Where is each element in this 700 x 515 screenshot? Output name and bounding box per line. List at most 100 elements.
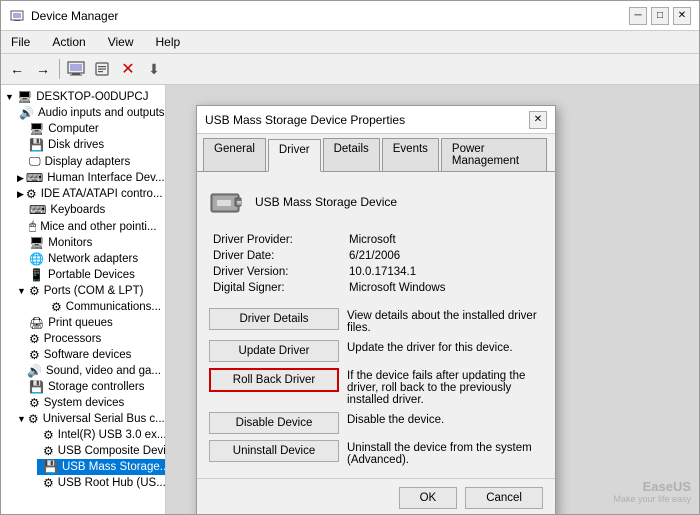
- tree-item-label: Storage controllers: [48, 381, 145, 393]
- tree-item[interactable]: 💾 Disk drives: [13, 137, 165, 153]
- tree-item[interactable]: 🔊 Audio inputs and outputs: [13, 105, 165, 121]
- tree-item-label: Sound, video and ga...: [46, 365, 161, 377]
- signer-value: Microsoft Windows: [349, 282, 543, 294]
- properties-dialog: USB Mass Storage Device Properties ✕ Gen…: [196, 105, 556, 514]
- provider-label: Driver Provider:: [213, 234, 343, 246]
- menu-view[interactable]: View: [102, 33, 140, 51]
- tree-item-label: USB Composite Devi...: [58, 445, 165, 457]
- tree-root-label: DESKTOP-O0DUPCJ: [36, 91, 148, 103]
- date-value: 6/21/2006: [349, 250, 543, 262]
- provider-value: Microsoft: [349, 234, 543, 246]
- tree-item-label: Audio inputs and outputs: [38, 107, 165, 119]
- tree-item[interactable]: ⚙ Processors: [13, 331, 165, 347]
- tree-item-label: Disk drives: [48, 139, 104, 151]
- tree-item[interactable]: ⚙ Communications...: [37, 299, 165, 315]
- watermark-tagline: Make your life easy: [613, 494, 691, 504]
- tree-item-label: Processors: [44, 333, 102, 345]
- tree-item-label: Portable Devices: [48, 269, 135, 281]
- tree-item[interactable]: ⚙ Software devices: [13, 347, 165, 363]
- menu-help[interactable]: Help: [150, 33, 187, 51]
- tree-item[interactable]: 🖨 Print queues: [13, 315, 165, 331]
- tree-item-label: Mice and other pointi...: [40, 221, 156, 233]
- tree-item-label: Computer: [48, 123, 99, 135]
- tree-item-label: Network adapters: [48, 253, 138, 265]
- roll-back-desc: If the device fails after updating the d…: [347, 368, 543, 406]
- delete-button[interactable]: ✕: [116, 57, 140, 81]
- close-button[interactable]: ✕: [673, 7, 691, 25]
- back-button[interactable]: ←: [5, 57, 29, 81]
- maximize-button[interactable]: □: [651, 7, 669, 25]
- properties-button[interactable]: [90, 57, 114, 81]
- tree-item[interactable]: ⚙ Intel(R) USB 3.0 ex...: [37, 427, 165, 443]
- window-icon: [9, 8, 25, 24]
- tree-item[interactable]: 🖥 Monitors: [13, 235, 165, 251]
- tree-item-usb-mass-storage[interactable]: 💾 USB Mass Storage...: [37, 459, 165, 475]
- roll-back-driver-button[interactable]: Roll Back Driver: [209, 368, 339, 392]
- toolbar-separator: [59, 59, 60, 79]
- device-manager-window: Device Manager ─ □ ✕ File Action View He…: [0, 0, 700, 515]
- modal-overlay: USB Mass Storage Device Properties ✕ Gen…: [166, 85, 699, 514]
- tree-item[interactable]: ⚙ USB Root Hub (US...: [37, 475, 165, 491]
- tab-details[interactable]: Details: [323, 138, 380, 171]
- dialog-body: USB Mass Storage Device Driver Provider:…: [197, 172, 555, 478]
- menu-bar: File Action View Help: [1, 31, 699, 54]
- tree-item-label: USB Root Hub (US...: [58, 477, 165, 489]
- tree-item-label: Software devices: [44, 349, 132, 361]
- right-pane: USB Mass Storage Device Properties ✕ Gen…: [166, 85, 699, 514]
- tab-power-management[interactable]: Power Management: [441, 138, 547, 171]
- tree-root[interactable]: ▼ 🖥 DESKTOP-O0DUPCJ: [1, 89, 165, 105]
- device-tree[interactable]: ▼ 🖥 DESKTOP-O0DUPCJ 🔊 Audio inputs and o…: [1, 85, 166, 514]
- uninstall-desc: Uninstall the device from the system (Ad…: [347, 440, 543, 466]
- ok-button[interactable]: OK: [399, 487, 458, 509]
- dialog-title-bar: USB Mass Storage Device Properties ✕: [197, 106, 555, 134]
- main-content: ▼ 🖥 DESKTOP-O0DUPCJ 🔊 Audio inputs and o…: [1, 85, 699, 514]
- tree-item[interactable]: 💾 Storage controllers: [13, 379, 165, 395]
- tree-item-label: Human Interface Dev...: [47, 172, 164, 184]
- tree-item[interactable]: ▶ ⚙ IDE ATA/ATAPI contro...: [13, 186, 165, 202]
- device-header: USB Mass Storage Device: [209, 184, 543, 220]
- update-driver-desc: Update the driver for this device.: [347, 340, 543, 354]
- menu-file[interactable]: File: [5, 33, 36, 51]
- button-row-roll-back: Roll Back Driver If the device fails aft…: [209, 368, 543, 406]
- tree-item[interactable]: 🖱 Mice and other pointi...: [13, 218, 165, 235]
- minimize-button[interactable]: ─: [629, 7, 647, 25]
- action-buttons: Driver Details View details about the in…: [209, 308, 543, 466]
- menu-action[interactable]: Action: [46, 33, 91, 51]
- driver-info-grid: Driver Provider: Microsoft Driver Date: …: [213, 234, 543, 294]
- tree-item-usb[interactable]: ▼ ⚙ Universal Serial Bus c...: [13, 411, 165, 427]
- button-row-update-driver: Update Driver Update the driver for this…: [209, 340, 543, 362]
- tree-item-portable-devices[interactable]: 📱 Portable Devices: [13, 267, 165, 283]
- tree-item-label: Communications...: [66, 301, 161, 313]
- driver-details-button[interactable]: Driver Details: [209, 308, 339, 330]
- tree-item-label: System devices: [44, 397, 125, 409]
- tab-driver[interactable]: Driver: [268, 139, 321, 172]
- tree-item[interactable]: 🖵 Display adapters: [13, 153, 165, 170]
- tree-item[interactable]: ⚙ USB Composite Devi...: [37, 443, 165, 459]
- tree-item[interactable]: ⚙ System devices: [13, 395, 165, 411]
- refresh-button[interactable]: ⬇: [142, 57, 166, 81]
- tree-item[interactable]: 🌐 Network adapters: [13, 251, 165, 267]
- tree-item[interactable]: 🔊 Sound, video and ga...: [13, 363, 165, 379]
- uninstall-device-button[interactable]: Uninstall Device: [209, 440, 339, 462]
- disable-device-button[interactable]: Disable Device: [209, 412, 339, 434]
- update-driver-button[interactable]: Update Driver: [209, 340, 339, 362]
- cancel-button[interactable]: Cancel: [465, 487, 543, 509]
- tab-general[interactable]: General: [203, 138, 266, 171]
- tree-item-label: Keyboards: [50, 204, 105, 216]
- watermark: EaseUS Make your life easy: [613, 479, 691, 504]
- dialog-tabs: General Driver Details Events Power Mana…: [197, 134, 555, 172]
- date-label: Driver Date:: [213, 250, 343, 262]
- button-row-disable: Disable Device Disable the device.: [209, 412, 543, 434]
- forward-button[interactable]: →: [31, 57, 55, 81]
- tree-item-label: Ports (COM & LPT): [44, 285, 144, 297]
- toolbar: ← → ✕ ⬇: [1, 54, 699, 85]
- tree-item-human-interface[interactable]: ▶ ⌨ Human Interface Dev...: [13, 170, 165, 186]
- tree-item[interactable]: ⌨ Keyboards: [13, 202, 165, 218]
- tab-events[interactable]: Events: [382, 138, 439, 171]
- tree-item[interactable]: ▼ ⚙ Ports (COM & LPT): [13, 283, 165, 299]
- tree-item[interactable]: 🖥 Computer: [13, 121, 165, 137]
- dialog-close-button[interactable]: ✕: [529, 111, 547, 129]
- window-title: Device Manager: [31, 9, 629, 23]
- computer-button[interactable]: [64, 57, 88, 81]
- disable-desc: Disable the device.: [347, 412, 543, 426]
